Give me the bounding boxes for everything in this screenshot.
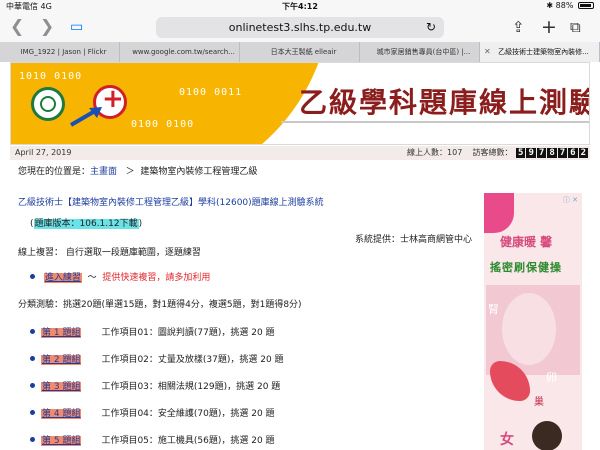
url-field[interactable]: onlinetest3.slhs.tp.edu.tw ↻ xyxy=(156,17,444,38)
browser-tab-1[interactable]: IMG_1922 | Jason | Flickr xyxy=(0,42,120,62)
bullet-icon xyxy=(30,274,35,279)
ad-char-2: 卵 xyxy=(546,371,557,384)
category-test-description: 分類測驗：挑選20題(單選15題，對1題得4分，複選5題，對1題得8分) xyxy=(18,300,302,310)
arrow-icon xyxy=(69,107,102,127)
browser-tab-4[interactable]: 城市家居銷售專員(台中區) |... xyxy=(360,42,480,62)
tab-label: 日本大王製紙 elleair xyxy=(270,48,337,56)
counter-digit: 8 xyxy=(547,148,557,158)
browser-tab-3[interactable]: 日本大王製紙 elleair xyxy=(240,42,360,62)
bullet-icon xyxy=(30,356,35,361)
browser-toolbar: ❮ ❯ ▭ onlinetest3.slhs.tp.edu.tw ↻ ⇪ + ⧉ xyxy=(0,12,600,42)
current-page: 建築物室內裝修工程管理乙級 xyxy=(140,167,258,177)
version-paren-close: ) xyxy=(138,219,143,229)
question-bank-version: (題庫版本：106.1.12下載) xyxy=(30,216,142,229)
group-4-button[interactable]: 第 4 題組 xyxy=(41,409,82,419)
flower-graphic xyxy=(484,193,514,233)
visitor-label: 訪客總數： xyxy=(472,148,513,157)
bullet-icon xyxy=(30,383,35,388)
tab-strip: IMG_1922 | Jason | Flickr www.google.com.… xyxy=(0,42,600,62)
group-row: 第 2 題組 工作項目02：丈量及放樣(37題)，挑選 20 題 xyxy=(30,352,284,365)
tilde: ～ xyxy=(87,273,97,283)
banner-bits-3: 0100 0100 xyxy=(131,119,195,130)
practice-row: 進入練習 ～ 提供快速複習，請多加利用 xyxy=(30,270,210,283)
online-count: 線上人數：107 xyxy=(407,148,463,157)
battery-icon xyxy=(578,2,594,9)
tab-label: 乙級技術士建築物室內裝修... xyxy=(498,48,589,56)
counter-digit: 6 xyxy=(568,148,578,158)
subject-title: 乙級技術士【建築物室內裝修工程管理乙級】學科(12600)題庫線上測驗系統 xyxy=(18,198,324,208)
ad-subheadline: 搖密刷保健操 xyxy=(490,261,562,274)
group-3-description: 工作項目03：相關法規(129題)，挑選 20 題 xyxy=(101,382,281,392)
provider-label: 系統提供：士林高商網管中心 xyxy=(354,235,472,245)
bullet-icon xyxy=(30,437,35,442)
group-3-button[interactable]: 第 3 題組 xyxy=(41,382,82,392)
ad-headline: 健康暖 馨 xyxy=(500,235,553,249)
visitor-counter: 5978762 xyxy=(515,148,588,158)
counter-digit: 7 xyxy=(536,148,547,158)
browser-tab-2[interactable]: www.google.com.tw/search... xyxy=(120,42,240,62)
tabs-overview-icon[interactable]: ⧉ xyxy=(570,17,581,37)
banner-bits-2: 0100 0011 xyxy=(179,87,243,98)
tab-close-icon[interactable]: ✕ xyxy=(484,42,491,62)
banner-divider xyxy=(281,121,589,123)
bookmarks-icon[interactable]: ▭ xyxy=(70,18,83,36)
group-row: 第 1 題組 工作項目01：圖說判讀(77題)，挑選 20 題 xyxy=(30,325,275,338)
site-banner: 1010 0100 0100 0011 0100 0100 + 乙級學科題庫線上… xyxy=(10,62,590,145)
enter-practice-button[interactable]: 進入練習 xyxy=(43,273,82,283)
group-5-button[interactable]: 第 5 題組 xyxy=(41,436,82,446)
bluetooth-icon: ✱ xyxy=(546,1,554,10)
version-text: 題庫版本：106.1.12下載 xyxy=(33,219,139,229)
url-text: onlinetest3.slhs.tp.edu.tw xyxy=(228,21,372,34)
ad-char-4: 女 xyxy=(500,432,514,448)
battery-status: ✱ 88% xyxy=(546,1,594,10)
group-2-button[interactable]: 第 2 題組 xyxy=(41,355,82,365)
bullet-icon xyxy=(30,410,35,415)
breadcrumb: 您現在的位置是：主畫面 ＞ 建築物室內裝修工程管理乙級 xyxy=(18,164,257,177)
date-label: April 27, 2019 xyxy=(15,148,72,157)
ad-char-3: 巢 xyxy=(534,397,544,408)
group-1-button[interactable]: 第 1 題組 xyxy=(41,328,82,338)
counter-digit: 5 xyxy=(516,148,526,158)
forward-icon[interactable]: ❯ xyxy=(40,18,54,36)
version-paren-open: ( xyxy=(30,219,34,229)
group-row: 第 3 題組 工作項目03：相關法規(129題)，挑選 20 題 xyxy=(30,379,280,392)
group-row: 第 5 題組 工作項目05：施工機具(56題)，挑選 20 題 xyxy=(30,433,275,446)
info-bar: April 27, 2019 線上人數：107 訪客總數： 5978762 xyxy=(10,146,590,160)
tab-label: www.google.com.tw/search... xyxy=(132,48,235,56)
site-stats: 線上人數：107 訪客總數： 5978762 xyxy=(407,147,588,158)
school-logo-icon xyxy=(31,87,65,121)
browser-tab-5[interactable]: ✕ 乙級技術士建築物室內裝修... xyxy=(480,42,600,62)
bullet-icon xyxy=(30,329,35,334)
home-link[interactable]: 主畫面 xyxy=(90,167,117,177)
ad-person-photo xyxy=(532,421,562,450)
group-2-description: 工作項目02：丈量及放樣(37題)，挑選 20 題 xyxy=(101,355,284,365)
group-row: 第 4 題組 工作項目04：安全維護(70題)，挑選 20 題 xyxy=(30,406,275,419)
clock: 下午4:12 xyxy=(282,2,318,11)
group-1-description: 工作項目01：圖說判讀(77題)，挑選 20 題 xyxy=(101,328,275,338)
ad-char-1: 腎 xyxy=(488,303,499,316)
counter-digit: 7 xyxy=(557,148,568,158)
new-tab-icon[interactable]: + xyxy=(541,17,557,37)
banner-title: 乙級學科題庫線上測驗 xyxy=(299,86,590,119)
group-5-description: 工作項目05：施工機具(56題)，挑選 20 題 xyxy=(101,436,275,446)
counter-digit: 9 xyxy=(526,148,536,158)
tab-label: IMG_1922 | Jason | Flickr xyxy=(20,48,107,56)
breadcrumb-separator: ＞ xyxy=(125,167,135,177)
location-label: 您現在的位置是： xyxy=(18,167,91,177)
tab-label: 城市家居銷售專員(台中區) |... xyxy=(376,48,471,56)
ad-figure xyxy=(502,293,556,365)
ad-close-icon[interactable]: ⓘ ✕ xyxy=(563,195,578,205)
share-icon[interactable]: ⇪ xyxy=(512,17,525,37)
quick-review-note: 提供快速複習，請多加利用 xyxy=(102,273,211,283)
group-4-description: 工作項目04：安全維護(70題)，挑選 20 題 xyxy=(101,409,275,419)
status-bar: 中華電信 4G 下午4:12 ✱ 88% xyxy=(0,0,600,12)
reload-icon[interactable]: ↻ xyxy=(426,17,436,38)
advertisement[interactable]: ⓘ ✕ 健康暖 馨 搖密刷保健操 腎 卵 巢 女 xyxy=(484,193,582,450)
back-icon[interactable]: ❮ xyxy=(10,18,24,36)
battery-percent: 88% xyxy=(555,1,574,10)
banner-bits-1: 1010 0100 xyxy=(19,71,83,82)
practice-description: 線上複習： 自行選取一段題庫範圍，逐題練習 xyxy=(18,248,201,258)
counter-digit: 2 xyxy=(578,148,588,158)
